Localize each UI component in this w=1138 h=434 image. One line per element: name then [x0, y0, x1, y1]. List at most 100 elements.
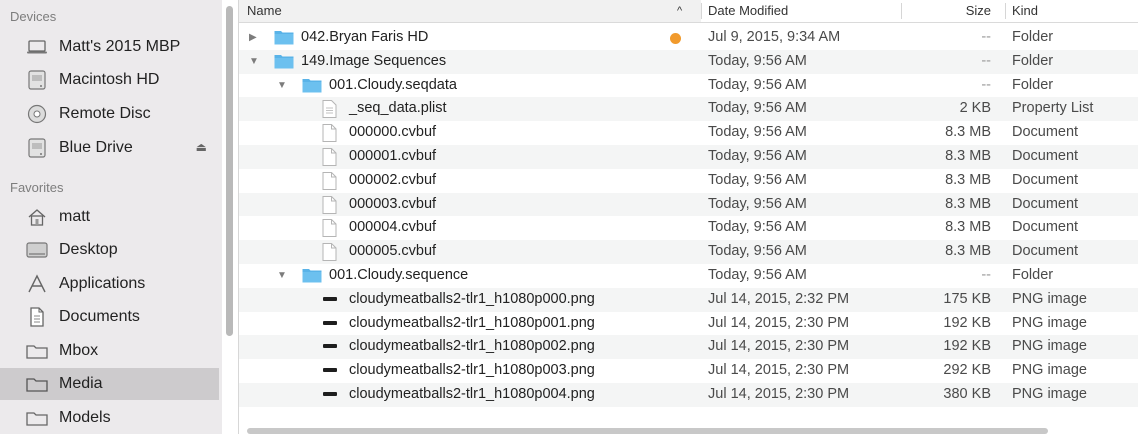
table-row[interactable]: ▼ 149.Image Sequences Today, 9:56 AM -- Fold…	[239, 49, 1138, 74]
sidebar-item-desktop[interactable]: Desktop	[0, 234, 219, 266]
kind-cell: Folder	[1012, 76, 1054, 93]
table-row[interactable]: 000005.cvbuf Today, 9:56 AM 8.3 MB Document	[239, 240, 1138, 264]
table-row[interactable]: 000001.cvbuf Today, 9:56 AM 8.3 MB Document	[239, 145, 1138, 169]
sidebar-item-label: Blue Drive	[59, 139, 133, 156]
date-modified-cell: Today, 9:56 AM	[708, 171, 807, 188]
hard-drive-icon	[26, 69, 48, 91]
column-header-bar: Name ^ Date Modified Size Kind	[239, 0, 1138, 23]
folder-icon	[26, 407, 48, 429]
table-row[interactable]: ▼ 001.Cloudy.sequence Today, 9:56 AM -- Fold…	[239, 264, 1138, 288]
file-name: cloudymeatballs2-tlr1_h1080p003.png	[349, 362, 595, 379]
png-file-icon	[322, 362, 338, 382]
date-modified-cell: Jul 14, 2015, 2:32 PM	[708, 290, 850, 307]
laptop-icon	[26, 36, 48, 58]
date-modified-cell: Jul 9, 2015, 9:34 AM	[708, 29, 841, 45]
favorites-heading: Favorites	[10, 180, 64, 195]
kind-cell: Document	[1012, 195, 1079, 212]
sort-ascending-icon[interactable]: ^	[677, 5, 682, 17]
date-modified-cell: Today, 9:56 AM	[708, 243, 807, 260]
file-name: 000004.cvbuf	[349, 219, 437, 236]
home-icon	[26, 206, 48, 228]
sidebar-item-blue-drive[interactable]: Blue Drive ⏏	[0, 132, 219, 164]
column-separator[interactable]	[1005, 3, 1006, 19]
sidebar-item-label: Desktop	[59, 241, 118, 258]
date-modified-cell: Today, 9:56 AM	[708, 76, 807, 93]
sidebar-item-label: Media	[59, 375, 103, 392]
table-row[interactable]: cloudymeatballs2-tlr1_h1080p000.png Jul 1…	[239, 287, 1138, 312]
sidebar-item-documents[interactable]: Documents	[0, 301, 219, 333]
date-modified-cell: Today, 9:56 AM	[708, 267, 807, 283]
folder-icon	[302, 267, 322, 287]
folder-icon	[274, 29, 294, 49]
disclosure-collapsed-icon[interactable]: ▶	[249, 26, 257, 50]
size-cell: 192 KB	[943, 314, 991, 331]
column-header-name[interactable]: Name	[247, 0, 282, 22]
sidebar-item-label: Matt's 2015 MBP	[59, 38, 181, 55]
date-modified-cell: Today, 9:56 AM	[708, 52, 807, 69]
table-row[interactable]: _seq_data.plist Today, 9:56 AM 2 KB Propert…	[239, 97, 1138, 122]
file-name: 000005.cvbuf	[349, 243, 437, 260]
sidebar-item-label: Remote Disc	[59, 105, 151, 122]
column-separator[interactable]	[901, 3, 902, 19]
file-name: 000002.cvbuf	[349, 171, 437, 188]
sidebar-item-models[interactable]: Models	[0, 402, 219, 434]
table-row[interactable]: 000000.cvbuf Today, 9:56 AM 8.3 MB Document	[239, 121, 1138, 145]
kind-cell: PNG image	[1012, 314, 1087, 331]
column-header-date-modified[interactable]: Date Modified	[708, 0, 788, 22]
document-icon	[322, 124, 337, 146]
size-cell: 8.3 MB	[945, 195, 991, 212]
folder-icon	[274, 53, 294, 73]
size-cell: 8.3 MB	[945, 148, 991, 164]
document-icon	[322, 243, 337, 265]
size-cell: --	[981, 29, 991, 45]
sidebar-item-applications[interactable]: Applications	[0, 268, 219, 300]
file-name: cloudymeatballs2-tlr1_h1080p001.png	[349, 314, 595, 331]
sidebar-item-matt[interactable]: matt	[0, 201, 219, 233]
kind-cell: Property List	[1012, 100, 1094, 117]
size-cell: --	[981, 267, 991, 283]
disclosure-expanded-icon[interactable]: ▼	[249, 50, 259, 74]
date-modified-cell: Today, 9:56 AM	[708, 195, 807, 212]
column-separator[interactable]	[701, 3, 702, 19]
document-icon	[322, 171, 337, 194]
sidebar-scrollbar[interactable]	[226, 6, 233, 336]
png-file-icon	[322, 386, 338, 406]
disclosure-expanded-icon[interactable]: ▼	[277, 264, 287, 288]
date-modified-cell: Today, 9:56 AM	[708, 219, 807, 236]
date-modified-cell: Today, 9:56 AM	[708, 100, 807, 117]
file-name: 149.Image Sequences	[301, 52, 447, 69]
table-row[interactable]: 000004.cvbuf Today, 9:56 AM 8.3 MB Document	[239, 216, 1138, 240]
sidebar-item-media[interactable]: Media	[0, 368, 219, 400]
eject-icon[interactable]: ⏏	[196, 140, 207, 154]
table-row[interactable]: 000002.cvbuf Today, 9:56 AM 8.3 MB Document	[239, 169, 1138, 193]
sidebar-item-mbox[interactable]: Mbox	[0, 335, 219, 367]
applications-icon	[26, 273, 48, 295]
disclosure-expanded-icon[interactable]: ▼	[277, 74, 287, 98]
table-row[interactable]: 000003.cvbuf Today, 9:56 AM 8.3 MB Document	[239, 192, 1138, 218]
desktop-icon	[26, 239, 48, 261]
column-header-kind[interactable]: Kind	[1012, 0, 1038, 22]
date-modified-cell: Today, 9:56 AM	[708, 124, 807, 141]
table-row[interactable]: cloudymeatballs2-tlr1_h1080p001.png Jul 1…	[239, 312, 1138, 336]
table-row[interactable]: cloudymeatballs2-tlr1_h1080p002.png Jul 1…	[239, 335, 1138, 360]
kind-cell: Document	[1012, 219, 1079, 236]
table-row[interactable]: ▶ 042.Bryan Faris HD Jul 9, 2015, 9:34 AM -…	[239, 26, 1138, 50]
date-modified-cell: Jul 14, 2015, 2:30 PM	[708, 386, 850, 402]
table-row[interactable]: ▼ 001.Cloudy.seqdata Today, 9:56 AM -- Folde…	[239, 74, 1138, 98]
document-icon	[322, 195, 337, 218]
kind-cell: Folder	[1012, 52, 1054, 69]
sidebar-item-label: Models	[59, 409, 111, 426]
sidebar-item-macintosh-hd[interactable]: Macintosh HD	[0, 64, 219, 96]
table-row[interactable]: cloudymeatballs2-tlr1_h1080p003.png Jul 1…	[239, 359, 1138, 383]
sidebar-item-remote-disc[interactable]: Remote Disc	[0, 98, 219, 130]
kind-cell: Folder	[1012, 29, 1054, 45]
size-cell: 175 KB	[943, 290, 991, 307]
kind-cell: Document	[1012, 124, 1079, 141]
date-modified-cell: Jul 14, 2015, 2:30 PM	[708, 314, 850, 331]
sidebar-item-label: Mbox	[59, 342, 99, 359]
sidebar-item-matts-2015-mbp[interactable]: Matt's 2015 MBP	[0, 31, 219, 63]
sidebar-item-label: Applications	[59, 275, 146, 292]
horizontal-scrollbar[interactable]	[247, 428, 1048, 434]
column-header-size[interactable]: Size	[907, 0, 991, 22]
table-row[interactable]: cloudymeatballs2-tlr1_h1080p004.png Jul 1…	[239, 383, 1138, 407]
